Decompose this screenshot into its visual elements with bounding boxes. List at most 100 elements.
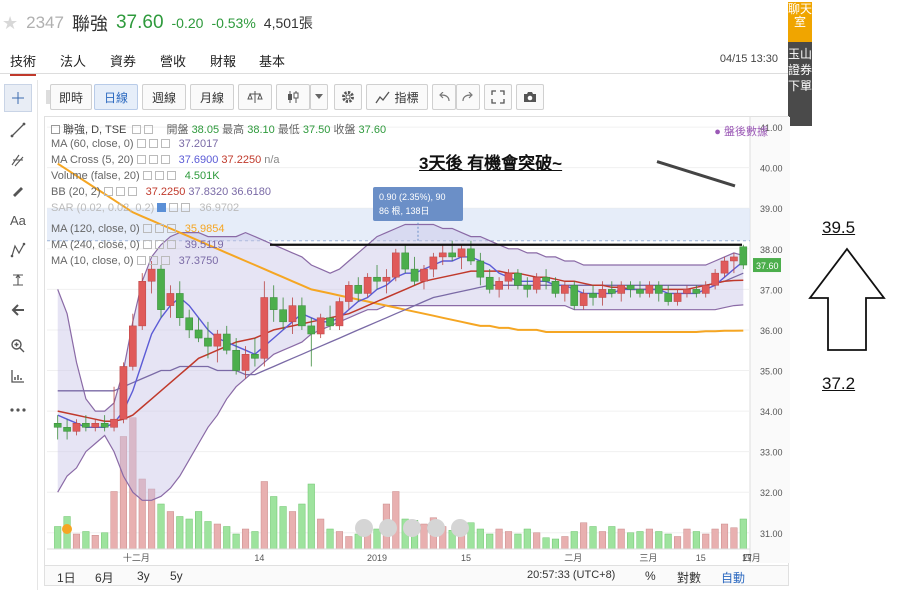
close-icon[interactable] <box>181 203 191 212</box>
close-icon[interactable] <box>160 139 170 148</box>
y-tick-label: 35.00 <box>760 367 783 377</box>
monthly-button[interactable]: 月線 <box>190 84 234 110</box>
close-value: 37.60 <box>358 124 387 136</box>
up-arrow-icon <box>808 247 886 351</box>
legend-sar: SAR (0.02, 0.02, 0.2) 36.9702 <box>51 202 239 214</box>
candlestick <box>185 317 194 331</box>
trade-volume: 4,501張 <box>263 15 313 31</box>
tab-financials[interactable]: 財報 <box>210 51 236 70</box>
settings-small-icon[interactable] <box>154 240 164 249</box>
volume-bar <box>730 527 738 550</box>
auto-toggle[interactable]: 自動 <box>721 569 745 586</box>
candlestick <box>175 293 184 319</box>
tab-technical[interactable]: 技術 <box>10 51 37 76</box>
candlestick <box>82 422 90 428</box>
percent-toggle[interactable]: % <box>645 569 656 583</box>
zoom-in-icon[interactable] <box>427 519 445 537</box>
realtime-button[interactable]: 即時 <box>50 84 92 110</box>
fullscreen-icon[interactable] <box>484 84 512 110</box>
pattern-icon[interactable] <box>4 236 32 264</box>
candlestick <box>279 309 287 323</box>
tab-institutional[interactable]: 法人 <box>60 51 86 70</box>
close-icon[interactable] <box>160 256 170 265</box>
visibility-icon[interactable] <box>132 125 142 134</box>
volume-bar <box>617 528 625 550</box>
quote-datetime: 04/15 13:30 <box>719 53 778 65</box>
ruler-icon[interactable] <box>4 362 32 390</box>
undo-icon[interactable] <box>432 84 456 110</box>
chevron-down-icon[interactable] <box>310 84 328 110</box>
chart-panel[interactable]: 41.00 40.00 39.00 38.00 37.00 36.00 35.00 34.00… <box>44 116 790 586</box>
scroll-left-icon[interactable] <box>379 519 397 537</box>
range-1d[interactable]: 1日 <box>57 569 76 586</box>
tab-revenue[interactable]: 營收 <box>160 51 186 70</box>
star-icon[interactable]: ★ <box>2 13 18 34</box>
volume-bar <box>251 531 259 550</box>
zoom-icon[interactable] <box>4 332 32 360</box>
more-icon[interactable] <box>4 396 32 424</box>
redo-icon[interactable] <box>456 84 480 110</box>
trendline-icon[interactable] <box>4 116 32 144</box>
bb-label: BB (20, 2) <box>51 186 101 198</box>
reset-icon[interactable] <box>403 519 421 537</box>
crosshair-icon[interactable] <box>4 84 32 112</box>
settings-small-icon[interactable] <box>154 224 164 233</box>
ma60-value: 37.2017 <box>178 138 219 150</box>
candlestick <box>523 285 532 290</box>
visibility-icon[interactable] <box>142 224 152 233</box>
text-tool-icon[interactable]: Aa <box>4 206 32 234</box>
settings-small-icon[interactable] <box>154 171 164 180</box>
brush-icon[interactable] <box>4 176 32 204</box>
arrow-left-icon[interactable] <box>4 296 32 324</box>
visibility-icon[interactable] <box>142 171 152 180</box>
settings-small-icon[interactable] <box>115 187 125 196</box>
range-5y[interactable]: 5y <box>170 569 183 583</box>
settings-small-icon[interactable] <box>148 256 158 265</box>
visibility-icon[interactable] <box>136 139 146 148</box>
fib-icon[interactable] <box>4 146 32 174</box>
settings-small-icon[interactable] <box>148 155 158 164</box>
range-3y[interactable]: 3y <box>137 569 150 583</box>
indicator-button[interactable]: 指標 <box>366 84 428 110</box>
weekly-button[interactable]: 週線 <box>142 84 186 110</box>
x-tick-label: 2019 <box>367 553 387 563</box>
volume-bar <box>101 532 109 550</box>
measure-icon[interactable] <box>4 266 32 294</box>
compare-icon[interactable] <box>238 84 272 110</box>
candle-type-icon[interactable] <box>276 84 310 110</box>
close-icon[interactable] <box>166 171 176 180</box>
close-icon[interactable] <box>166 240 176 249</box>
visibility-icon[interactable] <box>136 155 146 164</box>
visibility-icon[interactable] <box>103 187 113 196</box>
candlestick <box>401 252 410 270</box>
settings-small-icon[interactable] <box>148 139 158 148</box>
visibility-icon[interactable] <box>136 256 146 265</box>
volume-bar <box>335 531 343 550</box>
after-hours-link[interactable]: ● 盤後數據 <box>714 123 768 139</box>
candlestick <box>561 285 569 294</box>
y-tick-label: 40.00 <box>760 164 783 174</box>
visibility-icon[interactable] <box>142 240 152 249</box>
gear-icon[interactable] <box>334 84 362 110</box>
legend-collapse-icon[interactable] <box>51 125 60 134</box>
settings-small-icon[interactable] <box>169 203 179 212</box>
range-6m[interactable]: 6月 <box>95 569 114 586</box>
y-tick-label: 37.00 <box>760 285 783 295</box>
candlestick <box>485 276 494 290</box>
camera-icon[interactable] <box>516 84 544 110</box>
price-change: -0.20 <box>171 15 204 31</box>
chatroom-button[interactable]: 聊天室 <box>788 2 812 42</box>
tab-profile[interactable]: 基本 <box>259 51 285 70</box>
broker-order-button[interactable]: 玉山證券下單 <box>788 42 812 126</box>
settings-small-icon[interactable] <box>144 125 154 134</box>
tab-margin[interactable]: 資券 <box>110 51 136 70</box>
log-toggle[interactable]: 對數 <box>677 569 701 586</box>
close-icon[interactable] <box>127 187 137 196</box>
close-icon[interactable] <box>166 224 176 233</box>
daily-button[interactable]: 日線 <box>94 84 138 110</box>
close-icon[interactable] <box>160 155 170 164</box>
zoom-out-icon[interactable] <box>355 519 373 537</box>
scroll-right-icon[interactable] <box>451 519 469 537</box>
candlestick <box>119 366 128 420</box>
visibility-icon[interactable] <box>157 203 167 212</box>
